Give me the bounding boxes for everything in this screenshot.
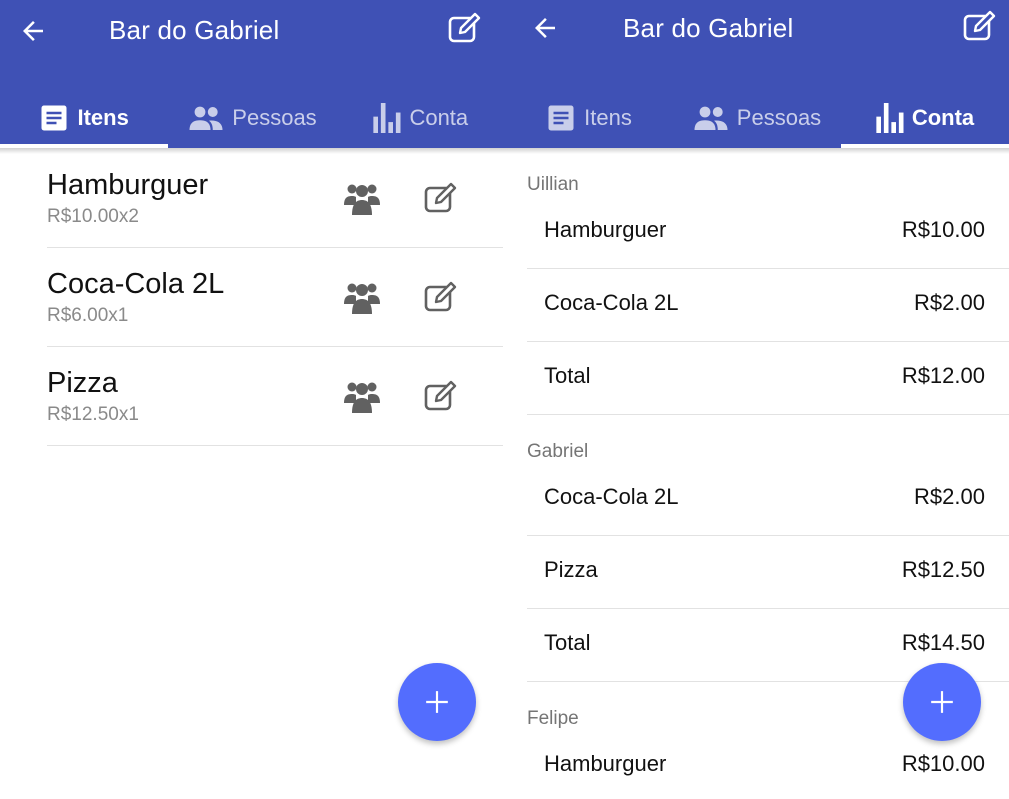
bill-row: Coca-Cola 2L R$2.00 [527, 463, 1009, 536]
edit-item-icon[interactable] [424, 182, 458, 214]
bill-total-value: R$12.00 [901, 363, 985, 388]
person-name: Felipe [527, 708, 579, 729]
page-title: Bar do Gabriel [109, 15, 280, 45]
edit-title-icon[interactable] [448, 12, 482, 44]
list-item[interactable]: Pizza R$12.50x1 [47, 347, 503, 446]
edit-item-icon[interactable] [424, 281, 458, 313]
tab-itens[interactable]: Itens [505, 88, 673, 148]
person-name: Gabriel [527, 441, 589, 462]
bill-total-label: Total [544, 630, 591, 655]
bill-screen: Bar do Gabriel Itens Pessoas Conta Uilli… [505, 0, 1009, 799]
bill-item-value: R$2.00 [914, 484, 985, 509]
add-item-button[interactable] [903, 663, 981, 741]
app-bar: Bar do Gabriel Itens Pessoas Conta [0, 0, 505, 148]
add-item-button[interactable] [398, 663, 476, 741]
tab-bar: Itens Pessoas Conta [0, 88, 505, 148]
bill-item-value: R$10.00 [901, 217, 985, 242]
items-screen: Bar do Gabriel Itens Pessoas Conta Hambu… [0, 0, 505, 799]
edit-title-icon[interactable] [963, 10, 997, 42]
tab-conta[interactable]: Conta [337, 88, 505, 148]
item-name: Pizza [47, 367, 118, 399]
bill-item-value: R$2.00 [914, 290, 985, 315]
tab-label: Itens [584, 105, 632, 130]
tab-itens[interactable]: Itens [0, 88, 169, 148]
page-title: Bar do Gabriel [623, 13, 794, 43]
tab-label: Pessoas [736, 105, 822, 130]
bill-total-row: Total R$12.00 [527, 342, 1009, 415]
tab-conta[interactable]: Conta [841, 88, 1009, 148]
bill-item-label: Pizza [544, 557, 598, 582]
tab-label: Itens [77, 105, 129, 130]
plus-icon [931, 691, 953, 713]
people-icon [189, 106, 223, 130]
person-name: Uillian [527, 174, 579, 195]
assign-people-icon[interactable] [343, 278, 381, 316]
tab-label: Conta [911, 105, 975, 130]
bill-total-label: Total [544, 363, 591, 388]
item-name: Hamburguer [47, 169, 209, 201]
item-price: R$12.50x1 [47, 404, 139, 425]
list-item[interactable]: Hamburguer R$10.00x2 [47, 149, 503, 248]
bill-item-label: Coca-Cola 2L [544, 290, 679, 315]
item-name: Coca-Cola 2L [47, 268, 225, 300]
list-item[interactable]: Coca-Cola 2L R$6.00x1 [47, 248, 503, 347]
app-bar: Bar do Gabriel Itens Pessoas Conta [505, 0, 1009, 148]
bill-row: Hamburguer R$10.00 [527, 196, 1009, 269]
assign-people-icon[interactable] [343, 377, 381, 415]
item-price: R$10.00x2 [47, 206, 139, 227]
bill-item-label: Hamburguer [544, 751, 667, 776]
item-price: R$6.00x1 [47, 305, 129, 326]
edit-item-icon[interactable] [424, 380, 458, 412]
bill-item-value: R$12.50 [901, 557, 985, 582]
back-arrow-icon[interactable] [18, 16, 48, 46]
tab-pessoas[interactable]: Pessoas [168, 88, 336, 148]
assign-people-icon[interactable] [343, 179, 381, 217]
bill-item-label: Coca-Cola 2L [544, 484, 679, 509]
tab-pessoas[interactable]: Pessoas [673, 88, 841, 148]
back-arrow-icon[interactable] [530, 13, 560, 43]
bill-row: Pizza R$12.50 [527, 536, 1009, 609]
tab-label: Pessoas [232, 105, 317, 130]
list-icon [41, 105, 67, 131]
bill-total-value: R$14.50 [901, 630, 985, 655]
bill-item-label: Hamburguer [544, 217, 667, 242]
list-icon [548, 105, 574, 131]
bar-chart-icon [876, 103, 904, 133]
bill-row: Coca-Cola 2L R$2.00 [527, 269, 1009, 342]
tab-bar: Itens Pessoas Conta [505, 88, 1009, 148]
people-icon [694, 106, 728, 130]
tab-label: Conta [409, 105, 469, 130]
bar-chart-icon [373, 103, 401, 133]
bill-item-value: R$10.00 [901, 751, 985, 776]
plus-icon [426, 691, 448, 713]
